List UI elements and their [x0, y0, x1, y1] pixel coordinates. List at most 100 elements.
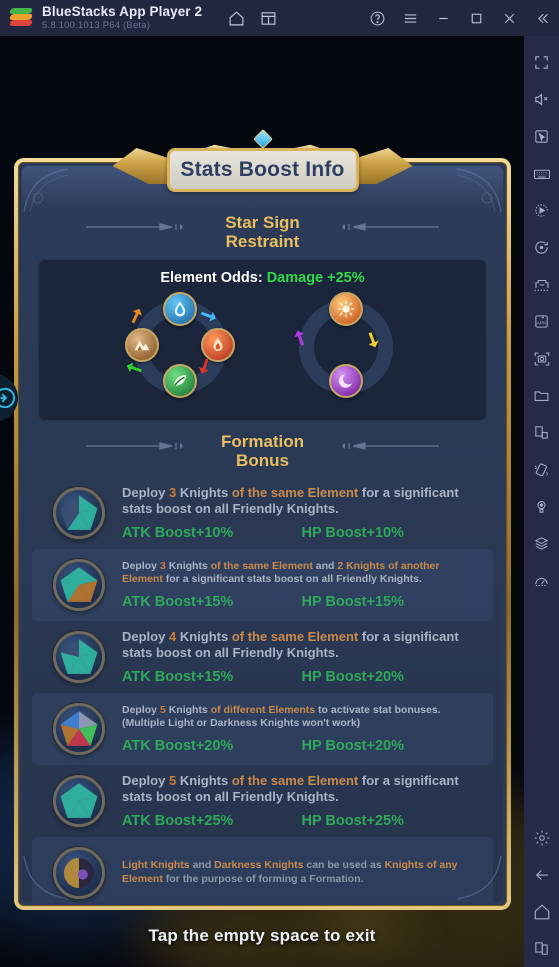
formation-badge-wrap [36, 774, 122, 827]
layers-icon[interactable] [524, 525, 559, 562]
hp-boost-value: HP Boost+10% [301, 524, 404, 541]
star-sign-title-line2: Restraint [225, 231, 300, 251]
exit-hint: Tap the empty space to exit [148, 926, 376, 945]
arrow-forest-to-earth: ➞ [122, 355, 146, 382]
boost-row: ATK Boost+25% HP Boost+25% [122, 813, 481, 829]
formation-description: Deploy 3 Knights of the same Element for… [122, 485, 481, 518]
description-fragment: Knights [165, 703, 211, 716]
formation-badge-wrap [36, 702, 122, 755]
titlebar-right-icons [361, 0, 559, 36]
fullscreen-icon[interactable] [524, 44, 559, 81]
formation-description: Deploy 4 Knights of the same Element for… [122, 629, 481, 662]
stats-boost-dialog: Star Sign Restraint Element Odds: Damage… [14, 129, 511, 914]
boost-row: ATK Boost+10% HP Boost+10% [122, 525, 481, 541]
keyboard-glyph [533, 169, 550, 179]
chevron-right-circle-icon [0, 387, 16, 409]
menu-icon[interactable] [394, 0, 427, 36]
camera-glyph [534, 351, 549, 366]
mute-volume-icon[interactable] [524, 81, 559, 118]
sun-glyph [337, 301, 354, 318]
darkness-element-icon [328, 364, 363, 399]
cursor-glyph [535, 130, 548, 143]
description-fragment: can be used as [303, 859, 385, 872]
formation-badge-wrap [36, 846, 122, 899]
home-icon[interactable] [220, 0, 252, 36]
atk-boost-value: ATK Boost+15% [122, 668, 234, 685]
multi-instance-sync-icon[interactable] [524, 266, 559, 303]
formation-row: Deploy 3 Knights of the same Element and… [32, 548, 493, 621]
cursor-pointer-icon[interactable] [524, 118, 559, 155]
atk-boost-value: ATK Boost+15% [122, 593, 234, 610]
light-darkness-glyph [64, 857, 94, 888]
leaf-glyph [173, 375, 186, 387]
sword-divider-icon [86, 223, 183, 231]
formation-row: Deploy 5 Knights of different Elements t… [32, 692, 493, 765]
macro-record-icon[interactable] [524, 192, 559, 229]
description-fragment: of different Elements [210, 703, 316, 716]
performance-meter-icon[interactable] [524, 562, 559, 599]
formation-badge-wrap [36, 630, 122, 683]
help-glyph [370, 11, 385, 25]
dialog-inner: Star Sign Restraint Element Odds: Damage… [22, 166, 503, 902]
formation-section-header: Formation Bonus [22, 433, 503, 470]
shake-icon[interactable] [524, 451, 559, 488]
formation-badge-wrap [36, 486, 122, 539]
formation-description: Deploy 5 Knights of different Elements t… [122, 704, 481, 731]
sword-divider-icon [342, 442, 439, 451]
record-play-glyph [535, 204, 548, 217]
help-icon[interactable] [361, 0, 394, 36]
formation-description: Deploy 3 Knights of the same Element and… [122, 560, 481, 587]
sword-divider-icon [342, 223, 439, 231]
multi-window-icon[interactable] [524, 414, 559, 451]
maximize-icon[interactable] [460, 0, 493, 36]
description-fragment: Deploy [122, 485, 169, 500]
close-icon[interactable] [493, 0, 526, 36]
home-icon[interactable] [524, 893, 559, 930]
description-fragment: Deploy [122, 703, 160, 716]
recent-apps-icon[interactable] [524, 930, 559, 967]
multi-instance-icon[interactable] [252, 0, 284, 36]
apk-glyph: APK [535, 315, 548, 328]
sword-divider-icon [86, 442, 183, 451]
formation-rows-list: Deploy 3 Knights of the same Element for… [32, 477, 493, 902]
description-fragment: for a significant stats boost on all Fri… [162, 573, 422, 586]
screenshot-icon[interactable] [524, 340, 559, 377]
install-apk-icon[interactable]: APK [524, 303, 559, 340]
fire-flame-glyph [213, 337, 222, 352]
media-folder-icon[interactable] [524, 377, 559, 414]
location-icon[interactable] [524, 488, 559, 525]
formation-row: Deploy 4 Knights of the same Element for… [32, 621, 493, 693]
atk-boost-value: ATK Boost+25% [122, 812, 234, 829]
description-fragment: Deploy [122, 629, 169, 644]
description-fragment: Light Knights [122, 859, 190, 872]
formation-badge-4-same [53, 630, 105, 683]
keyboard-controls-icon[interactable] [524, 155, 559, 192]
back-arrow-icon[interactable] [524, 856, 559, 893]
star-glyph [60, 639, 98, 674]
formation-row: Light Knights and Darkness Knights can b… [32, 836, 493, 902]
folder-glyph [534, 391, 549, 401]
settings-gear-icon[interactable] [524, 819, 559, 856]
page-title: Stats Boost Info [180, 158, 345, 181]
formation-row-text: Deploy 5 Knights of the same Element for… [122, 773, 487, 829]
rotate-screen-icon[interactable] [524, 229, 559, 266]
minimize-icon[interactable] [427, 0, 460, 36]
layers-glyph [534, 537, 549, 550]
star-sign-section-header: Star Sign Restraint [22, 206, 503, 251]
mute-glyph [535, 93, 548, 106]
shake-glyph [534, 463, 549, 477]
bluestacks-logo-icon [8, 8, 34, 28]
fullscreen-glyph [535, 56, 548, 69]
collapse-sidebar-icon[interactable] [526, 0, 559, 36]
game-canvas[interactable]: Star Sign Restraint Element Odds: Damage… [0, 36, 524, 967]
home-glyph [229, 10, 244, 25]
description-fragment: of the same Element [210, 559, 313, 572]
hp-boost-value: HP Boost+15% [301, 593, 404, 610]
description-fragment: of the same Element [231, 629, 359, 644]
boost-row: ATK Boost+15% HP Boost+20% [122, 669, 481, 685]
atk-boost-value: ATK Boost+10% [122, 524, 234, 541]
formation-badge-3-same [53, 486, 105, 539]
description-fragment: of the same Element [231, 773, 359, 788]
recent-apps-glyph [535, 942, 548, 955]
star-glyph [60, 783, 98, 818]
